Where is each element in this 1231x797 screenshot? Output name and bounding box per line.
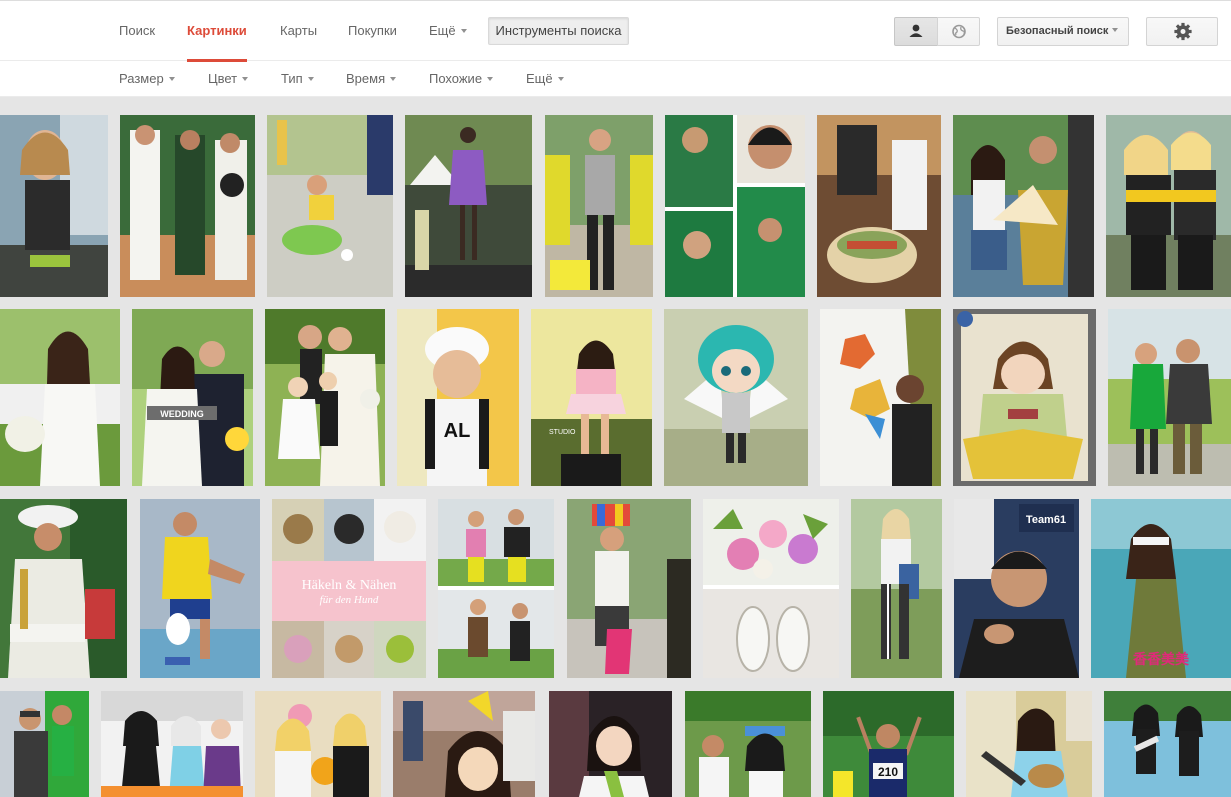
filter-more[interactable]: Ещё: [526, 61, 564, 97]
filter-color-label: Цвет: [208, 71, 238, 86]
image-result[interactable]: [953, 115, 1094, 297]
image-result[interactable]: Team61: [954, 499, 1079, 678]
filter-size[interactable]: Размер: [119, 61, 175, 97]
tab-more-label: Ещё: [429, 23, 456, 38]
image-result[interactable]: [820, 309, 941, 486]
gear-icon: [1174, 22, 1192, 41]
image-result[interactable]: [817, 115, 941, 297]
image-result[interactable]: WEDDING: [132, 309, 253, 486]
tab-more[interactable]: Ещё: [429, 1, 467, 61]
tab-images[interactable]: Картинки: [187, 1, 247, 62]
image-result[interactable]: [549, 691, 672, 797]
book-subtitle-text: für den Hund: [320, 594, 379, 606]
filter-type-label: Тип: [281, 71, 303, 86]
tab-search[interactable]: Поиск: [119, 1, 155, 61]
image-result[interactable]: [665, 115, 805, 297]
image-result[interactable]: [101, 691, 243, 797]
filter-similar[interactable]: Похожие: [429, 61, 494, 97]
image-result[interactable]: [1104, 691, 1231, 797]
image-result[interactable]: [140, 499, 260, 678]
image-result[interactable]: [966, 691, 1092, 797]
image-result[interactable]: [567, 499, 691, 678]
filter-similar-label: Похожие: [429, 71, 483, 86]
image-result[interactable]: Häkeln & Nähen für den Hund: [272, 499, 426, 678]
book-title-text: Häkeln & Nähen: [302, 578, 397, 593]
filter-time-label: Время: [346, 71, 386, 86]
image-result[interactable]: [405, 115, 532, 297]
svg-text:香香美美: 香香美美: [1132, 651, 1190, 668]
filter-time[interactable]: Время: [346, 61, 397, 97]
chevron-down-icon: [557, 76, 564, 81]
safesearch-dropdown[interactable]: Безопасный поиск: [997, 17, 1129, 46]
image-result[interactable]: 香香美美: [1091, 499, 1231, 678]
team-text: Team61: [1026, 514, 1066, 526]
image-result[interactable]: [0, 499, 127, 678]
image-result[interactable]: [267, 115, 393, 297]
image-result[interactable]: [438, 499, 554, 678]
filter-more-label: Ещё: [526, 71, 553, 86]
globe-icon: [952, 24, 966, 39]
filter-type[interactable]: Тип: [281, 61, 314, 97]
image-result[interactable]: [1106, 115, 1231, 297]
image-result[interactable]: [0, 115, 108, 297]
top-navigation-bar: Поиск Картинки Карты Покупки Ещё Инструм…: [0, 0, 1231, 62]
image-result[interactable]: [120, 115, 255, 297]
image-result[interactable]: [1108, 309, 1231, 486]
image-results-grid: WEDDING AL STUDIO Häkeln & Nähen für den …: [0, 97, 1231, 797]
search-tools-bar: Размер Цвет Тип Время Похожие Ещё: [0, 61, 1231, 97]
tab-maps[interactable]: Карты: [280, 1, 317, 61]
chevron-down-icon: [390, 76, 397, 81]
image-result[interactable]: [664, 309, 808, 486]
image-result[interactable]: [255, 691, 381, 797]
image-result[interactable]: STUDIO: [531, 309, 652, 486]
image-result[interactable]: [0, 309, 120, 486]
chevron-down-icon: [487, 76, 494, 81]
al-text: AL: [444, 420, 471, 442]
filter-size-label: Размер: [119, 71, 164, 86]
chevron-down-icon: [460, 28, 467, 33]
personal-results-button[interactable]: [894, 17, 938, 46]
chevron-down-icon: [242, 76, 249, 81]
safesearch-label: Безопасный поиск: [1006, 25, 1109, 37]
image-result[interactable]: AL: [397, 309, 519, 486]
hide-personal-results-button[interactable]: [937, 17, 980, 46]
search-tools-button[interactable]: Инструменты поиска: [488, 17, 629, 45]
image-result[interactable]: [545, 115, 653, 297]
filter-color[interactable]: Цвет: [208, 61, 249, 97]
tab-shopping[interactable]: Покупки: [348, 1, 397, 61]
wedding-text: WEDDING: [160, 409, 204, 419]
person-icon: [909, 24, 923, 37]
image-result[interactable]: [851, 499, 942, 678]
studio-text: STUDIO: [549, 429, 576, 436]
settings-button[interactable]: [1146, 17, 1218, 46]
bib-text: 210: [878, 765, 898, 779]
chevron-down-icon: [307, 76, 314, 81]
image-result[interactable]: [685, 691, 811, 797]
image-result[interactable]: 210: [823, 691, 954, 797]
image-result[interactable]: [265, 309, 385, 486]
image-result[interactable]: [953, 309, 1096, 486]
image-result[interactable]: [393, 691, 535, 797]
chevron-down-icon: [168, 76, 175, 81]
image-result[interactable]: [0, 691, 89, 797]
chevron-down-icon: [1112, 28, 1119, 33]
image-result[interactable]: [703, 499, 839, 678]
